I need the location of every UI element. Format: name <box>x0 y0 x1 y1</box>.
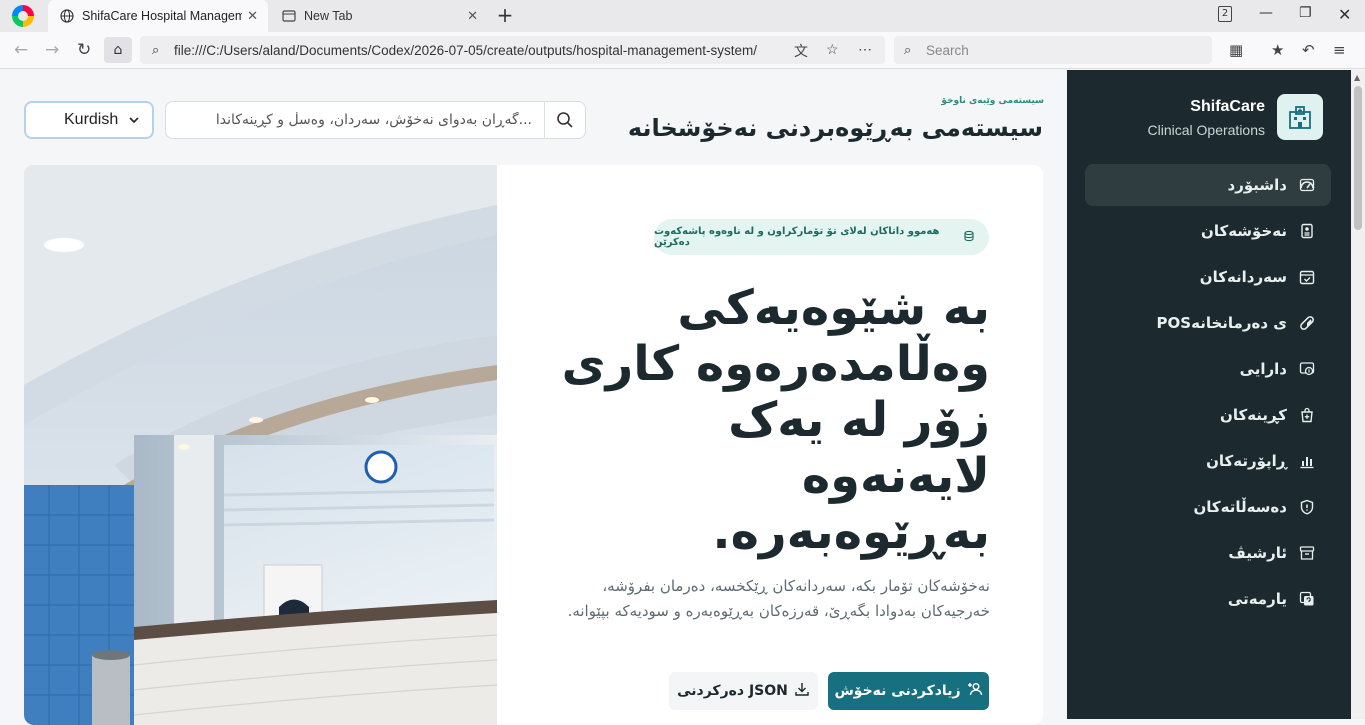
search-icon: ⌕ <box>152 42 160 57</box>
export-json-button[interactable]: دەرکردنی JSON <box>669 672 818 710</box>
sidebar-item-permissions[interactable]: دەسەڵاتەکان <box>1085 486 1331 528</box>
tab-title: New Tab <box>304 9 353 23</box>
sidebar-item-dashboard[interactable]: داشبۆرد <box>1085 164 1331 206</box>
tab-title: ShifaCare Hospital Managem <box>82 9 242 23</box>
sidebar-item-finance[interactable]: دارایی <box>1085 348 1331 390</box>
bookmark-star-icon[interactable]: ☆ <box>826 41 839 58</box>
tab-count-icon[interactable]: 2 <box>1218 6 1232 22</box>
sidebar-item-reports[interactable]: ڕاپۆرتەکان <box>1085 440 1331 482</box>
local-data-badge: هەموو داتاکان لەلای تۆ تۆمارکراون و لە ن… <box>654 219 989 255</box>
sidebar-item-label: داشبۆرد <box>1227 176 1287 194</box>
add-user-icon <box>967 681 983 701</box>
sidebar-item-label: POSی دەرمانخانە <box>1156 314 1287 332</box>
page-title: سیستەمی بەڕێوەبردنی نەخۆشخانە <box>627 114 1043 142</box>
search-icon: ⌕ <box>904 42 912 57</box>
back-icon[interactable]: ← <box>14 40 28 60</box>
sidebar-item-label: نەخۆشەکان <box>1201 222 1287 240</box>
reload-icon[interactable]: ↻ <box>77 40 91 60</box>
sidebar-item-pharmacy-pos[interactable]: POSی دەرمانخانە <box>1085 302 1331 344</box>
brand-name: ShifaCare <box>1190 98 1265 115</box>
sidebar-item-patients[interactable]: نەخۆشەکان <box>1085 210 1331 252</box>
help-icon <box>1299 591 1315 607</box>
search-placeholder: Search <box>926 42 969 58</box>
add-patient-button[interactable]: زیادکردنی نەخۆش <box>828 672 989 710</box>
translate-icon[interactable]: 文 <box>794 41 808 61</box>
browser-search-field[interactable]: ⌕ Search <box>894 36 1212 64</box>
language-select-value: Kurdish <box>64 111 119 128</box>
forward-icon[interactable]: → <box>45 40 59 60</box>
close-tab-icon[interactable]: ✕ <box>247 8 258 24</box>
close-tab-icon[interactable]: ✕ <box>467 8 478 24</box>
globe-icon <box>60 9 74 23</box>
sidebar-item-label: ئارشیڤ <box>1228 544 1287 562</box>
reports-icon <box>1299 453 1315 469</box>
browser-tab-strip: ShifaCare Hospital Managem ✕ New Tab ✕ +… <box>0 0 1365 32</box>
dashboard-icon <box>1299 177 1315 193</box>
language-select[interactable]: Kurdish <box>24 101 154 139</box>
page-eyebrow: سیستەمی وێبەی ناوخۆ <box>941 96 1044 106</box>
add-patient-label: زیادکردنی نەخۆش <box>834 683 961 699</box>
browser-logo-icon[interactable] <box>12 5 34 27</box>
search-icon <box>557 112 573 128</box>
url-text[interactable]: file:///C:/Users/aland/Documents/Codex/2… <box>174 43 786 58</box>
archive-icon <box>1299 545 1315 561</box>
menu-icon[interactable]: ≡ <box>1333 41 1346 59</box>
restore-icon[interactable]: ❐ <box>1299 5 1312 21</box>
more-icon[interactable]: ⋯ <box>858 41 872 58</box>
newtab-page-icon <box>282 10 296 22</box>
finance-icon <box>1299 361 1315 377</box>
database-icon <box>963 230 975 245</box>
export-json-label: دەرکردنی JSON <box>677 683 788 699</box>
hospital-reception-photo <box>24 165 497 725</box>
history-icon[interactable]: ↶ <box>1302 41 1315 59</box>
sidebar-item-label: کڕینەکان <box>1220 406 1287 424</box>
sidebar-item-label: یارمەتی <box>1227 590 1287 608</box>
tab-new-tab[interactable]: New Tab ✕ <box>270 0 488 32</box>
home-icon[interactable]: ⌂ <box>104 37 132 63</box>
extensions-grid-icon[interactable]: ▦ <box>1229 41 1243 59</box>
sidebar-item-purchases[interactable]: کڕینەکان <box>1085 394 1331 436</box>
close-window-icon[interactable]: ✕ <box>1338 5 1351 24</box>
hospital-logo-icon <box>1277 94 1323 140</box>
new-tab-button[interactable]: + <box>494 5 516 27</box>
sidebar-item-appointments[interactable]: سەردانەکان <box>1085 256 1331 298</box>
sidebar-item-archive[interactable]: ئارشیڤ <box>1085 532 1331 574</box>
address-bar[interactable]: ⌕ file:///C:/Users/aland/Documents/Codex… <box>140 36 885 64</box>
pill-icon <box>1299 315 1315 331</box>
page-scrollbar[interactable]: ▲ <box>1351 70 1365 719</box>
sidebar-item-help[interactable]: یارمەتی <box>1085 578 1331 620</box>
badge-text: هەموو داتاکان لەلای تۆ تۆمارکراون و لە ن… <box>654 226 940 248</box>
chevron-down-icon <box>128 113 140 131</box>
scrollbar-thumb[interactable] <box>1354 86 1362 230</box>
patients-icon <box>1299 223 1315 239</box>
scroll-up-icon[interactable]: ▲ <box>1354 73 1360 82</box>
download-icon <box>794 681 810 701</box>
sidebar-item-label: دەسەڵاتەکان <box>1193 498 1287 516</box>
sidebar-item-label: دارایی <box>1239 360 1287 378</box>
browser-toolbar: ← → ↻ ⌂ ⌕ file:///C:/Users/aland/Documen… <box>0 32 1365 69</box>
hero-description: نەخۆشەکان تۆمار بکە، سەردانەکان ڕێکخسە، … <box>567 577 990 620</box>
purchase-icon <box>1299 407 1315 423</box>
calendar-icon <box>1299 269 1315 285</box>
brand-subtitle: Clinical Operations <box>1147 122 1266 138</box>
bookmarks-icon[interactable]: ★ <box>1271 41 1284 59</box>
sidebar-item-label: ڕاپۆرتەکان <box>1206 452 1287 470</box>
sidebar-item-label: سەردانەکان <box>1199 268 1287 286</box>
global-search-input[interactable] <box>165 101 545 139</box>
hero-headline: بە شێوەیەکی وەڵامدەرەوە کاری زۆر لە یەک … <box>561 280 990 560</box>
search-button[interactable] <box>544 101 586 139</box>
minimize-icon[interactable]: — <box>1259 5 1273 21</box>
shield-icon <box>1299 499 1315 515</box>
tab-shifacare[interactable]: ShifaCare Hospital Managem ✕ <box>48 0 268 32</box>
